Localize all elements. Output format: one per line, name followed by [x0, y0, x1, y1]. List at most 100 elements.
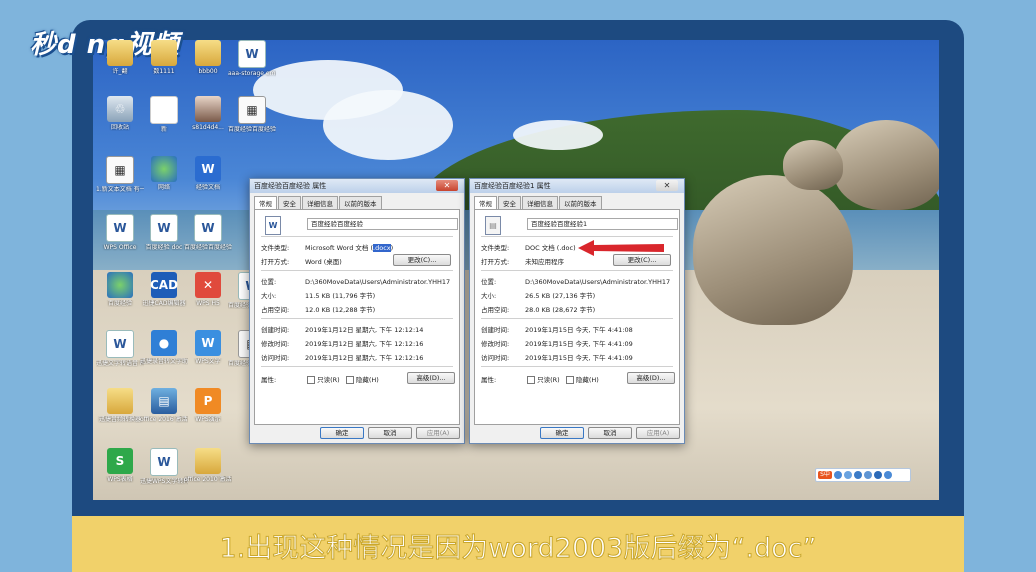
- ime-dot-icon[interactable]: [874, 471, 882, 479]
- cancel-button[interactable]: 取消: [368, 427, 412, 439]
- desktop-icon[interactable]: 网络: [140, 156, 188, 191]
- desktop-icon-label: 回收站: [110, 124, 129, 131]
- desktop-icon[interactable]: 迅捷音频转换器: [96, 388, 144, 423]
- folder-icon: [195, 40, 221, 66]
- tab-previous-versions[interactable]: 以前的版本: [339, 196, 382, 209]
- created-value: 2019年1月15日 今天, 下午 4:41:08: [525, 326, 633, 334]
- desktop-icon[interactable]: 数1111: [140, 40, 188, 75]
- filename-field[interactable]: 百度经验百度经验: [307, 218, 458, 230]
- desktop-icon[interactable]: W 经验文档: [184, 156, 232, 191]
- desktop-icon-label: 网络: [157, 184, 170, 191]
- ime-toolbar[interactable]: S中: [815, 468, 911, 482]
- dialog-title: 百度经验百度经验 属性: [254, 182, 327, 190]
- tab-security[interactable]: 安全: [498, 196, 521, 209]
- tab-security[interactable]: 安全: [278, 196, 301, 209]
- desktop-icon-label: 百度经验百度经验: [184, 244, 232, 251]
- desktop-icon[interactable]: ▦ 1.新文本文档 有一些共用...: [96, 156, 144, 193]
- desktop-icon[interactable]: s81d4d4...: [184, 96, 232, 131]
- disk-size-value: 12.0 KB (12,288 字节): [305, 306, 376, 314]
- desktop-icon[interactable]: ✕ WPS H5: [184, 272, 232, 307]
- advanced-button[interactable]: 高级(D)...: [407, 372, 455, 384]
- ime-dot-icon[interactable]: [834, 471, 842, 479]
- ime-dot-icon[interactable]: [864, 471, 872, 479]
- desktop-icon[interactable]: Waaa-storage emulated 0...: [228, 40, 276, 77]
- desktop-icon[interactable]: office 2010 激活工具: [184, 448, 232, 483]
- apply-button[interactable]: 应用(A): [636, 427, 680, 439]
- word-icon: W: [194, 214, 222, 242]
- desktop-icon[interactable]: W 迅捷WPS文字转PDF: [140, 448, 188, 485]
- size-label: 大小:: [261, 292, 277, 300]
- cloud: [513, 120, 603, 150]
- modified-row: 修改时间: 2019年1月15日 今天, 下午 4:41:09: [481, 338, 633, 348]
- attributes-label: 属性:: [481, 376, 497, 384]
- rock: [783, 140, 843, 190]
- desktop-icon[interactable]: W 百度经验 doc: [140, 214, 188, 251]
- location-row: 位置: D:\360MoveData\Users\Administrator.YH…: [481, 276, 670, 286]
- close-icon[interactable]: ✕: [656, 180, 678, 191]
- green-icon: S: [107, 448, 133, 474]
- advanced-button[interactable]: 高级(D)...: [627, 372, 675, 384]
- desktop-icon-label: 1.新文本文档 有一些共用...: [96, 186, 144, 193]
- desktop-icon[interactable]: W WPS Office: [96, 214, 144, 251]
- rock: [693, 175, 853, 325]
- desktop-icon[interactable]: ▦ 百度经验百度经验: [228, 96, 276, 133]
- open-with-value: Word (桌面): [305, 258, 342, 266]
- hidden-label: 隐藏(H): [575, 376, 599, 384]
- file-type-ext: .docx: [373, 244, 391, 252]
- desktop-icon[interactable]: W 百度经验百度经验: [184, 214, 232, 251]
- desktop-icon-label: 许_翻: [112, 68, 128, 75]
- desktop-icon[interactable]: 许_翻: [96, 40, 144, 75]
- word-file-icon: W: [265, 216, 281, 235]
- created-label: 创建时间:: [481, 326, 510, 334]
- desktop-icon-label: office 2016 激活工具: [140, 416, 188, 423]
- readonly-checkbox[interactable]: [307, 376, 316, 384]
- location-value: D:\360MoveData\Users\Administrator.YHH17: [525, 278, 671, 286]
- apply-button[interactable]: 应用(A): [416, 427, 460, 439]
- tab-general[interactable]: 常规: [254, 196, 277, 209]
- desktop-icon[interactable]: W WPS文字: [184, 330, 232, 365]
- filename-field[interactable]: 百度经验百度经验1: [527, 218, 678, 230]
- cad-icon: CAD: [150, 272, 178, 298]
- desktop-icon[interactable]: ♲ 回收站: [96, 96, 144, 131]
- desktop-icon-label: office 2010 激活工具: [184, 476, 232, 483]
- desktop-icon-label: WPS文字: [195, 358, 221, 365]
- tab-details[interactable]: 详细信息: [522, 196, 558, 209]
- readonly-label: 只读(R): [537, 376, 560, 384]
- divider: [481, 270, 673, 271]
- ime-dot-icon[interactable]: [854, 471, 862, 479]
- ok-button[interactable]: 确定: [320, 427, 364, 439]
- readonly-label: 只读(R): [317, 376, 340, 384]
- desktop-icon[interactable]: CAD 迅捷CAD编辑器: [140, 272, 188, 307]
- desktop-icon[interactable]: bbb00: [184, 40, 232, 75]
- attributes-row: 属性: 只读(R) 隐藏(H): [261, 374, 379, 384]
- ime-dot-icon[interactable]: [844, 471, 852, 479]
- desktop-icon[interactable]: W 迅捷文字转语音 Pro...: [96, 330, 144, 367]
- hidden-checkbox[interactable]: [345, 376, 354, 384]
- desktop-icon[interactable]: P WPS演示: [184, 388, 232, 423]
- cancel-button[interactable]: 取消: [588, 427, 632, 439]
- accessed-value: 2019年1月12日 星期六, 下午 12:12:16: [305, 354, 424, 362]
- hidden-checkbox[interactable]: [565, 376, 574, 384]
- desktop-icon[interactable]: ● 迅捷录音转文字助手: [140, 330, 188, 365]
- readonly-checkbox[interactable]: [527, 376, 536, 384]
- caption-text: 1.出现这种情况是因为word2003版后缀为“.doc”: [219, 533, 817, 565]
- file-type-value: DOC 文档 (.doc): [525, 244, 576, 252]
- tab-general[interactable]: 常规: [474, 196, 497, 209]
- size-row: 大小: 26.5 KB (27,136 字节): [481, 290, 595, 300]
- tab-details[interactable]: 详细信息: [302, 196, 338, 209]
- desktop-icon-label: 数1111: [153, 68, 175, 75]
- change-button[interactable]: 更改(C)...: [393, 254, 451, 266]
- ok-button[interactable]: 确定: [540, 427, 584, 439]
- tab-previous-versions[interactable]: 以前的版本: [559, 196, 602, 209]
- title-bar[interactable]: 百度经验百度经验 属性 ✕: [250, 179, 464, 193]
- desktop-icon[interactable]: S WPS表格: [96, 448, 144, 483]
- orange-icon: P: [195, 388, 221, 414]
- desktop-icon[interactable]: 百度经验: [96, 272, 144, 307]
- close-icon[interactable]: ✕: [436, 180, 458, 191]
- divider: [261, 270, 453, 271]
- ime-dot-icon[interactable]: [884, 471, 892, 479]
- title-bar[interactable]: 百度经验百度经验1 属性 ✕: [470, 179, 684, 193]
- tab-strip: 常规 安全 详细信息 以前的版本: [250, 193, 464, 209]
- desktop-icon[interactable]: 新: [140, 96, 188, 133]
- desktop-icon[interactable]: ▤ office 2016 激活工具: [140, 388, 188, 423]
